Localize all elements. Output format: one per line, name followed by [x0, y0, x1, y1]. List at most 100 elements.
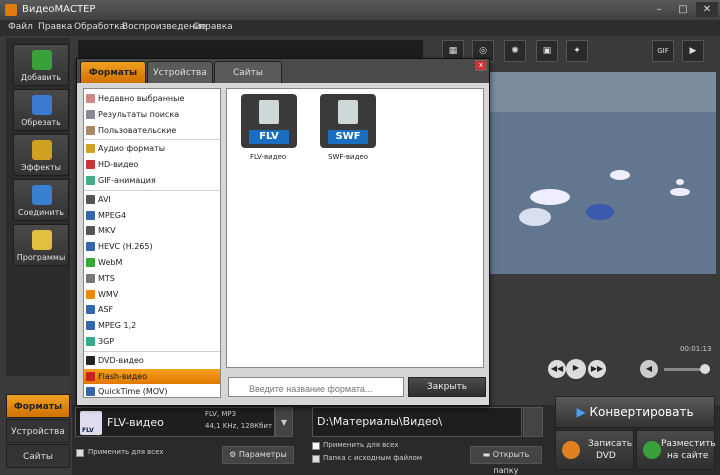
format-tile-swf[interactable]: SWF: [320, 94, 376, 148]
category-label: ASF: [98, 305, 114, 315]
dvd-disc-icon: [562, 441, 580, 459]
publish-online-button[interactable]: Разместить на сайте: [636, 430, 716, 470]
effects-label: Эффекты: [21, 163, 61, 172]
next-frame-button[interactable]: ▶▶: [588, 360, 606, 378]
apply-all-right-label: Применить для всех: [323, 441, 399, 449]
audio-icon: [86, 144, 95, 154]
dialog-close-icon[interactable]: x: [475, 60, 487, 71]
volume-knob[interactable]: [700, 364, 710, 374]
category-label: GIF-анимация: [98, 176, 156, 185]
menu-edit[interactable]: Правка: [38, 22, 72, 32]
parameters-label: Параметры: [238, 450, 287, 459]
close-window-button[interactable]: ✕: [696, 2, 718, 17]
gif-button[interactable]: GIF: [652, 40, 674, 62]
user-icon: [86, 125, 95, 135]
category-label: Результаты поиска: [98, 109, 180, 119]
category-item[interactable]: DVD-видео: [84, 353, 220, 368]
category-label: MPEG 1,2: [98, 321, 137, 331]
category-label: HEVC (H.265): [98, 242, 153, 252]
format-tile-flv[interactable]: FLV: [241, 94, 297, 148]
add-video-icon: [32, 50, 52, 70]
join-button[interactable]: Соединить: [13, 179, 69, 221]
brightness-tool-icon[interactable]: ✺: [504, 40, 526, 62]
programs-label: Программы: [16, 253, 66, 262]
subtitle-tool-icon[interactable]: ▣: [536, 40, 558, 62]
category-label: WMV: [98, 289, 119, 299]
browse-folder-icon[interactable]: [523, 407, 543, 437]
add-button[interactable]: Добавить: [13, 44, 69, 86]
publish-label-2: на сайте: [667, 451, 709, 461]
format-search-input[interactable]: [228, 377, 404, 397]
trim-button[interactable]: Обрезать: [13, 89, 69, 131]
minimize-button[interactable]: –: [648, 2, 670, 17]
burn-dvd-label-1: Записать: [588, 439, 633, 449]
speed-tool-icon[interactable]: ✦: [566, 40, 588, 62]
gear-icon: ⚙: [229, 450, 239, 459]
prev-frame-button[interactable]: ◀◀: [548, 360, 566, 378]
dialog-tab-devices[interactable]: Устройства: [147, 61, 213, 83]
category-separator: [84, 139, 220, 141]
menu-processing[interactable]: Обработка: [74, 22, 125, 32]
open-folder-button[interactable]: ▬ Открыть папку: [470, 446, 542, 475]
play-button[interactable]: ▶: [566, 359, 586, 379]
category-label: Пользовательские: [98, 125, 177, 135]
fullscreen-icon[interactable]: ▶: [682, 40, 704, 62]
category-item[interactable]: HD-видео: [84, 157, 220, 172]
dialog-tab-sites[interactable]: Сайты: [214, 61, 282, 83]
publish-label-1: Разместить: [661, 439, 716, 449]
tab-sites[interactable]: Сайты: [6, 444, 70, 468]
format-dropdown-icon[interactable]: ▼: [275, 407, 293, 437]
category-label: MTS: [98, 273, 115, 283]
category-item[interactable]: Результаты поиска: [84, 107, 220, 122]
wmv-icon: [86, 289, 95, 299]
menu-file[interactable]: Файл: [8, 22, 33, 32]
programs-icon: [32, 230, 52, 250]
dialog-close-button[interactable]: Закрыть: [408, 377, 486, 397]
maximize-button[interactable]: □: [672, 2, 694, 17]
mpeg12-icon: [86, 321, 95, 331]
burn-dvd-button[interactable]: Записать DVD: [555, 430, 634, 470]
category-item[interactable]: MPEG 1,2: [84, 318, 220, 333]
category-item[interactable]: QuickTime (MOV): [84, 384, 220, 399]
format-bitrate: 44,1 KHz, 128Кбит: [205, 422, 273, 430]
tab-formats[interactable]: Форматы: [6, 394, 70, 418]
dialog-tab-formats[interactable]: Форматы: [80, 61, 146, 83]
programs-button[interactable]: Программы: [13, 224, 69, 266]
format-tile-name: FLV-видео: [250, 153, 287, 161]
tab-devices[interactable]: Устройства: [6, 419, 70, 443]
video-preview: [490, 72, 716, 274]
category-item[interactable]: WMV: [84, 287, 220, 302]
category-item[interactable]: Flash-видео: [84, 368, 220, 384]
apply-all-checkbox[interactable]: [76, 449, 84, 457]
effects-icon: [32, 140, 52, 160]
output-path-field[interactable]: D:\Материалы\Видео\: [312, 407, 522, 437]
convert-button[interactable]: ▶ Конвертировать: [555, 396, 715, 428]
volume-icon[interactable]: ◀: [640, 360, 658, 378]
menu-help[interactable]: Справка: [193, 22, 233, 32]
category-item[interactable]: Аудио форматы: [84, 141, 220, 156]
category-separator: [84, 189, 220, 191]
category-label: Аудио форматы: [98, 144, 166, 154]
category-item[interactable]: Пользовательские: [84, 123, 220, 138]
category-item[interactable]: WebM: [84, 255, 220, 270]
quicktime-icon: [86, 387, 95, 397]
category-label: AVI: [98, 194, 111, 204]
apply-all-right-checkbox[interactable]: [312, 442, 320, 450]
hd-icon: [86, 160, 95, 170]
category-item[interactable]: 3GP: [84, 334, 220, 349]
source-folder-checkbox[interactable]: [312, 455, 320, 463]
category-item[interactable]: HEVC (H.265): [84, 239, 220, 254]
category-item[interactable]: Недавно выбранные: [84, 91, 220, 106]
category-item[interactable]: MKV: [84, 223, 220, 238]
gif-icon: [86, 176, 95, 185]
category-item[interactable]: AVI: [84, 192, 220, 207]
category-item[interactable]: ASF: [84, 302, 220, 317]
volume-slider[interactable]: [664, 368, 704, 371]
hevc-icon: [86, 242, 95, 252]
category-label: Недавно выбранные: [98, 94, 185, 103]
category-item[interactable]: GIF-анимация: [84, 173, 220, 188]
category-item[interactable]: MPEG4: [84, 208, 220, 223]
parameters-button[interactable]: ⚙ Параметры: [222, 446, 294, 464]
effects-button[interactable]: Эффекты: [13, 134, 69, 176]
category-item[interactable]: MTS: [84, 271, 220, 286]
